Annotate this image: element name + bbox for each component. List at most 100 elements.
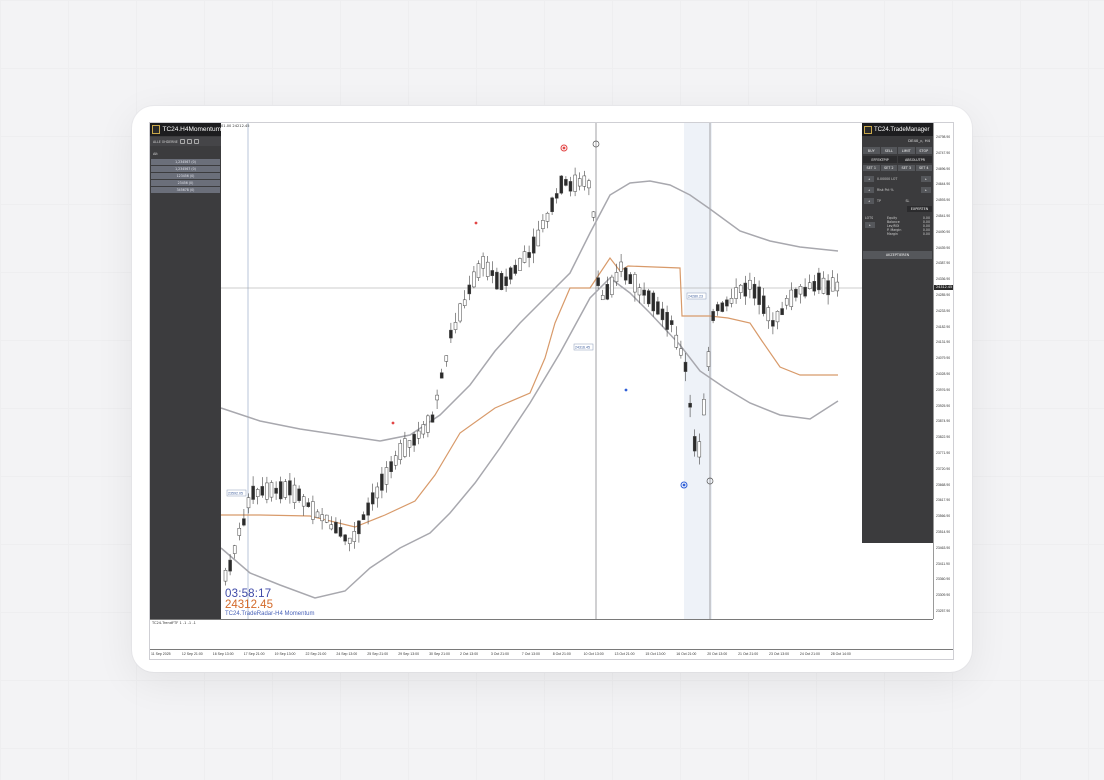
expert-button[interactable]: EXPERTEN xyxy=(907,206,932,212)
price-tick: 23411.90 xyxy=(936,561,950,566)
candle-body xyxy=(628,274,633,285)
highlight-region xyxy=(684,123,712,619)
candle-body xyxy=(720,302,725,312)
accept-button[interactable]: AKZEPTIEREN xyxy=(863,251,932,259)
candle-body xyxy=(527,252,531,258)
candle-body xyxy=(679,348,683,356)
price-tick: 23463.90 xyxy=(936,545,951,550)
lower-band xyxy=(220,277,839,599)
candle-body xyxy=(541,220,545,229)
lot-row: ◂ 0.00000 LOT ▸ xyxy=(862,176,933,182)
list-item[interactable]: 1,234567 (0) xyxy=(151,166,220,172)
risk-field[interactable]: Risk Pct % xyxy=(875,187,920,193)
candle-body xyxy=(706,351,711,367)
candle-body xyxy=(458,303,462,322)
stop-button[interactable]: STOP xyxy=(915,147,932,154)
price-tick: 23925.90 xyxy=(936,403,951,408)
candle-body xyxy=(223,570,228,582)
time-tick: 10 Oct 13:00 xyxy=(583,652,604,656)
price-axis[interactable]: 24798.90 24747.90 24696.90 24644.90 24593.90… xyxy=(933,123,953,619)
price-tick: 23514.90 xyxy=(936,530,951,534)
time-tick: 28 Oct 14:00 xyxy=(830,652,851,656)
refresh-icon[interactable] xyxy=(179,139,185,144)
set-3-button[interactable]: SET 3 xyxy=(898,165,915,171)
decrease-icon[interactable]: ◂ xyxy=(864,187,874,193)
candle-body xyxy=(559,175,564,194)
effekt-button[interactable]: EFFEKTPIP xyxy=(863,156,897,163)
info-labels: LOTS ▸ xyxy=(862,215,884,237)
candle-body xyxy=(343,534,347,542)
toolbar-label[interactable]: ALLE OHDERNE xyxy=(153,140,178,144)
candle-body xyxy=(702,399,706,416)
price-tick: 24387.90 xyxy=(936,261,951,266)
trade-manager-panel: TC24.TradeManager DE40_c, H4 BUY SELL LI… xyxy=(862,123,933,543)
price-tick: 24593.90 xyxy=(936,198,951,203)
left-panel-header: TC24.H4Momentum xyxy=(150,123,221,136)
time-tick: 25 Sep 21:00 xyxy=(367,652,389,656)
time-tick: 20 Oct 13:00 xyxy=(707,652,728,656)
increase-icon[interactable]: ▸ xyxy=(921,187,931,193)
candle-body xyxy=(324,514,329,523)
sl-field[interactable]: SL xyxy=(904,198,932,204)
candle-body xyxy=(748,279,752,290)
price-tick: 23257.90 xyxy=(936,609,951,613)
candle-body xyxy=(821,277,826,294)
price-tick: 24079.90 xyxy=(936,356,951,361)
price-chart[interactable]: 23592.05 24316.45 24280.23 xyxy=(150,123,954,660)
candle-body xyxy=(398,443,403,460)
candle-body xyxy=(812,281,817,292)
indicator-name: TC24.TradeRadar-H4 Momentum xyxy=(225,611,315,617)
list-item[interactable]: 345678 (0) xyxy=(151,187,220,193)
price-tick: 23976.90 xyxy=(936,387,951,392)
candle-body xyxy=(255,489,260,497)
price-tick: 23360.90 xyxy=(936,577,951,582)
signal-dot xyxy=(624,388,628,392)
info-label: LOTS xyxy=(865,216,874,220)
candle-body xyxy=(798,286,803,295)
candle-body xyxy=(577,178,582,187)
candle-body xyxy=(536,229,541,247)
set-4-button[interactable]: SET 4 xyxy=(915,165,932,171)
info-value: 0.00 xyxy=(922,232,930,236)
lots-toggle[interactable]: ▸ xyxy=(865,222,875,228)
lot-field[interactable]: 0.00000 LOT xyxy=(875,176,920,182)
tp-sl-row: ◂ TP SL xyxy=(862,198,933,204)
trading-terminal-screen: 23592.05 24316.45 24280.23 01.00 24212.45 … xyxy=(149,122,954,660)
toggle-icon[interactable]: ◂ xyxy=(864,198,874,204)
time-tick: 13 Oct 21:00 xyxy=(614,652,635,656)
delete-icon[interactable] xyxy=(186,139,192,144)
expert-row: EXPERTEN xyxy=(862,206,933,212)
trend-indicator-pane: TC24.TrendFTF 1 -1 -1 -1 xyxy=(150,619,933,649)
candle-body xyxy=(251,485,255,500)
list-item[interactable]: 123456 (0) xyxy=(151,173,220,179)
list-item[interactable]: 23456 (0) xyxy=(151,180,220,186)
settings-icon[interactable] xyxy=(193,139,199,144)
sell-button[interactable]: SELL xyxy=(880,147,897,154)
absolut-button[interactable]: ABSOLUTPR xyxy=(898,156,932,163)
candle-body xyxy=(242,518,246,526)
candle-body xyxy=(623,267,628,281)
buy-button[interactable]: BUY xyxy=(863,147,880,154)
logo-icon xyxy=(864,125,872,134)
time-axis[interactable]: 11 Sep 2025 12 Sep 21:00 16 Sep 13:00 17 Se… xyxy=(150,649,953,659)
candle-body xyxy=(646,290,651,305)
candle-body xyxy=(738,284,743,293)
tp-field[interactable]: TP xyxy=(875,198,903,204)
decrease-icon[interactable]: ◂ xyxy=(864,176,874,182)
set-2-button[interactable]: SET 2 xyxy=(880,165,897,171)
increase-icon[interactable]: ▸ xyxy=(921,176,931,182)
price-tick: 24644.90 xyxy=(936,182,951,187)
time-tick: 21 Oct 21:00 xyxy=(738,652,759,656)
candle-body xyxy=(619,261,623,272)
candle-body xyxy=(375,486,380,499)
candle-body xyxy=(485,261,490,277)
candle-body xyxy=(757,286,761,305)
time-tick: 23 Oct 13:00 xyxy=(769,652,790,656)
sub-pane-label: TC24.TrendFTF 1 -1 -1 -1 xyxy=(152,621,196,625)
signal-dot xyxy=(391,421,395,425)
list-item[interactable]: 1,234567 (0) xyxy=(151,159,220,165)
set-1-button[interactable]: SET 1 xyxy=(863,165,880,171)
info-block: LOTS ▸ Equity Balance Lev/ROI P. Margin … xyxy=(862,215,933,237)
candle-body xyxy=(338,527,343,537)
limit-button[interactable]: LIMIT xyxy=(898,147,915,154)
